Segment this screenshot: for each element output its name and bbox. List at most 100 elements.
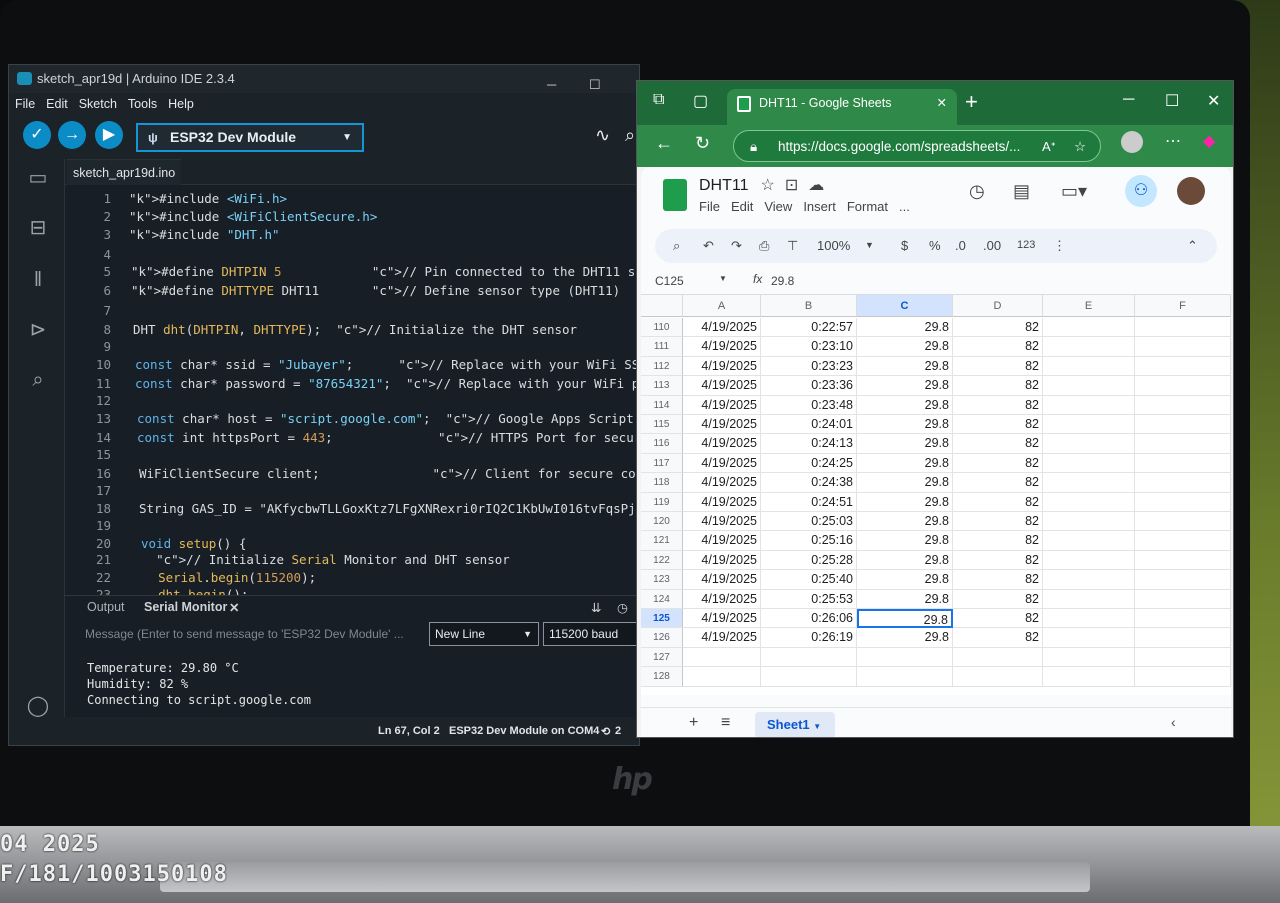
- row-header[interactable]: 127: [641, 647, 683, 668]
- redo-icon[interactable]: ↷: [731, 238, 742, 254]
- chevron-left-icon[interactable]: ‹: [1171, 714, 1176, 730]
- table-cell[interactable]: [761, 667, 857, 687]
- table-cell[interactable]: 82: [953, 589, 1043, 609]
- table-cell[interactable]: 82: [953, 492, 1043, 512]
- tab-actions-icon[interactable]: ▢: [693, 91, 708, 111]
- table-cell[interactable]: 82: [953, 570, 1043, 590]
- table-cell[interactable]: [1135, 647, 1231, 668]
- table-cell[interactable]: 0:22:57: [761, 318, 857, 338]
- table-cell[interactable]: 4/19/2025: [683, 318, 761, 338]
- column-header[interactable]: A: [683, 295, 761, 317]
- table-cell[interactable]: [1043, 647, 1135, 668]
- serial-message-input[interactable]: Message (Enter to send message to 'ESP32…: [85, 622, 427, 646]
- row-header[interactable]: 123: [641, 570, 683, 590]
- back-icon[interactable]: ←: [655, 133, 673, 154]
- table-cell[interactable]: 82: [953, 453, 1043, 474]
- table-cell[interactable]: [1135, 318, 1231, 338]
- table-cell[interactable]: 82: [953, 512, 1043, 532]
- menu-sketch[interactable]: Sketch: [73, 93, 122, 111]
- row-header[interactable]: 126: [641, 628, 683, 648]
- table-cell[interactable]: [1135, 395, 1231, 415]
- table-cell[interactable]: [1135, 570, 1231, 590]
- table-cell[interactable]: 4/19/2025: [683, 492, 761, 512]
- table-cell[interactable]: 82: [953, 415, 1043, 435]
- row-header[interactable]: 116: [641, 434, 683, 454]
- library-icon[interactable]: ‖: [26, 269, 50, 291]
- table-cell[interactable]: 82: [953, 337, 1043, 357]
- table-cell[interactable]: 4/19/2025: [683, 512, 761, 532]
- table-cell[interactable]: 82: [953, 609, 1043, 629]
- board-port[interactable]: ESP32 Dev Module on COM4: [449, 725, 599, 737]
- zoom-select[interactable]: 100%: [817, 238, 850, 253]
- read-aloud-icon[interactable]: Aᐩ: [1042, 131, 1056, 163]
- star-icon[interactable]: ☆: [761, 177, 775, 194]
- table-cell[interactable]: [1043, 609, 1135, 629]
- table-cell[interactable]: 29.8: [857, 531, 953, 551]
- row-header[interactable]: 115: [641, 415, 683, 435]
- table-cell[interactable]: [1135, 473, 1231, 493]
- history-icon[interactable]: ◷: [969, 181, 985, 202]
- table-cell[interactable]: 82: [953, 395, 1043, 415]
- table-cell[interactable]: 29.8: [857, 453, 953, 474]
- table-cell[interactable]: [1135, 589, 1231, 609]
- table-cell[interactable]: 29.8: [857, 570, 953, 590]
- url-field[interactable]: 🔒︎ https://docs.google.com/spreadsheets/…: [733, 130, 1101, 162]
- table-cell[interactable]: 4/19/2025: [683, 453, 761, 474]
- table-cell[interactable]: 4/19/2025: [683, 434, 761, 454]
- search-icon[interactable]: ⌕: [673, 238, 680, 254]
- table-cell[interactable]: 0:23:23: [761, 356, 857, 377]
- table-cell[interactable]: 4/19/2025: [683, 415, 761, 435]
- row-header[interactable]: 125: [641, 609, 683, 629]
- tab-output[interactable]: Output: [87, 600, 125, 614]
- table-cell[interactable]: [683, 647, 761, 668]
- new-tab-icon[interactable]: +: [965, 89, 978, 115]
- table-cell[interactable]: [1043, 395, 1135, 415]
- row-header[interactable]: 117: [641, 453, 683, 474]
- serial-plotter-icon[interactable]: ∿: [595, 125, 610, 146]
- table-cell[interactable]: [1135, 550, 1231, 571]
- formula-input[interactable]: 29.8: [771, 274, 794, 288]
- table-cell[interactable]: [1043, 356, 1135, 377]
- table-cell[interactable]: 4/19/2025: [683, 356, 761, 377]
- autoscroll-icon[interactable]: ⇊: [591, 600, 601, 615]
- menu-tools[interactable]: Tools: [122, 93, 162, 111]
- row-header[interactable]: 113: [641, 376, 683, 396]
- row-header[interactable]: 118: [641, 473, 683, 493]
- maximize-icon[interactable]: ☐: [1165, 91, 1179, 111]
- table-cell[interactable]: 29.8: [857, 415, 953, 435]
- workspaces-icon[interactable]: ⧉: [653, 91, 664, 109]
- user-avatar[interactable]: [1177, 177, 1205, 205]
- debug-panel-icon[interactable]: ⊳: [26, 319, 50, 341]
- table-cell[interactable]: [857, 667, 953, 687]
- table-cell[interactable]: [1043, 318, 1135, 338]
- table-cell[interactable]: [1135, 337, 1231, 357]
- table-cell[interactable]: 4/19/2025: [683, 570, 761, 590]
- table-cell[interactable]: 29.8: [857, 395, 953, 415]
- table-cell[interactable]: [1135, 512, 1231, 532]
- table-cell[interactable]: [1135, 667, 1231, 687]
- active-cell[interactable]: 29.8: [857, 609, 953, 629]
- row-header[interactable]: 122: [641, 550, 683, 571]
- table-cell[interactable]: 0:25:53: [761, 589, 857, 609]
- share-icon[interactable]: ⚇: [1125, 175, 1157, 207]
- serial-monitor-icon[interactable]: ⌕: [625, 125, 635, 146]
- table-cell[interactable]: [1043, 492, 1135, 512]
- table-cell[interactable]: [1043, 667, 1135, 687]
- table-cell[interactable]: 82: [953, 550, 1043, 571]
- percent-format[interactable]: %: [929, 238, 941, 253]
- profile-avatar-icon[interactable]: [1121, 131, 1143, 153]
- table-cell[interactable]: [1135, 434, 1231, 454]
- table-cell[interactable]: [1043, 376, 1135, 396]
- table-cell[interactable]: 29.8: [857, 376, 953, 396]
- table-cell[interactable]: 0:25:16: [761, 531, 857, 551]
- menu-file[interactable]: File: [699, 199, 720, 214]
- menu-file[interactable]: File: [9, 93, 40, 111]
- column-header[interactable]: F: [1135, 295, 1231, 317]
- cursor-position[interactable]: Ln 67, Col 2: [378, 725, 440, 737]
- table-cell[interactable]: 4/19/2025: [683, 531, 761, 551]
- folder-icon[interactable]: ▭: [26, 167, 50, 189]
- table-cell[interactable]: 0:24:13: [761, 434, 857, 454]
- table-cell[interactable]: [761, 647, 857, 668]
- table-cell[interactable]: 0:25:28: [761, 550, 857, 571]
- refresh-icon[interactable]: ↻: [695, 133, 710, 154]
